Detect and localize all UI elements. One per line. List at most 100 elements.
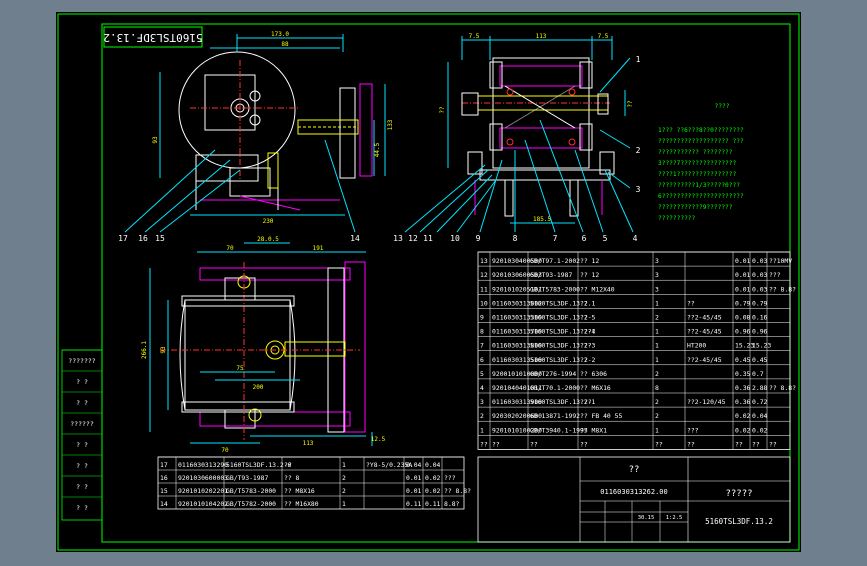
- callout-1: 1: [636, 55, 641, 64]
- table-cell: 0.02: [735, 426, 751, 434]
- table-cell: 0.36: [735, 398, 751, 406]
- table-cell: ??: [655, 440, 663, 448]
- table-cell: 3: [655, 271, 659, 279]
- table-cell: 0.96: [752, 328, 768, 336]
- table-cell: 0.45: [752, 356, 768, 364]
- table-cell: ??: [492, 440, 500, 448]
- table-cell: 2: [480, 412, 484, 420]
- table-cell: 0.7: [752, 370, 764, 378]
- table-cell: ??2-45/45: [687, 356, 722, 364]
- table-cell: 0.03: [752, 285, 768, 293]
- table-cell: 2.88: [752, 384, 768, 392]
- company-name: ?????: [725, 489, 752, 499]
- table-cell: ?? 8.8?: [769, 384, 796, 392]
- table-cell: 5160TSL3DF.13.2-6: [226, 461, 292, 469]
- dim-173: 173.0: [271, 31, 289, 38]
- revision-cell: ? ?: [76, 378, 88, 386]
- table-cell: 15.23: [752, 342, 771, 350]
- table-cell: 0.02: [752, 426, 768, 434]
- table-cell: ?? M16X80: [284, 500, 319, 508]
- cad-drawing-canvas[interactable]: 5160TSL3DF.13.2 173.0 88 93 133 44.5 230…: [0, 0, 867, 562]
- drawing-number: 0116030313262.00: [600, 488, 667, 496]
- table-cell: ?? 12: [580, 257, 599, 265]
- note-line: ??????????? ????????: [658, 149, 733, 156]
- table-cell: ??: [752, 440, 760, 448]
- table-cell: HT200: [687, 342, 706, 350]
- table-cell: ??10MV: [769, 257, 792, 265]
- table-cell: GB/T5782-2000: [226, 500, 276, 508]
- dim-113: 113: [536, 33, 547, 40]
- table-cell: ?? 6306: [580, 370, 607, 378]
- callout-10: 10: [450, 234, 460, 243]
- revision-cell: ? ?: [76, 462, 88, 470]
- table-cell: 0.02: [425, 487, 441, 495]
- table-cell: GB/T93-1987: [226, 474, 268, 482]
- dim-plan-75: 75: [236, 365, 244, 372]
- table-cell: 0.01: [406, 487, 422, 495]
- table-cell: ??: [480, 440, 488, 448]
- table-cell: 1: [655, 356, 659, 364]
- notes-heading: ????: [715, 103, 730, 110]
- table-cell: ?? 8.8?: [769, 285, 796, 293]
- callout-3: 3: [636, 185, 641, 194]
- table-cell: ??: [580, 356, 588, 364]
- table-cell: 12: [480, 271, 488, 279]
- table-cell: 0.04: [752, 412, 768, 420]
- table-cell: 0.03: [752, 271, 768, 279]
- dim-230: 230: [263, 218, 274, 225]
- table-cell: 2: [655, 370, 659, 378]
- table-cell: ???: [687, 426, 699, 434]
- callout-6: 6: [582, 234, 587, 243]
- table-cell: GB/T5783-2000: [226, 487, 276, 495]
- sheet-weight: 30.15: [638, 515, 655, 521]
- dim-93: 93: [152, 136, 159, 144]
- revision-cell: ? ?: [76, 441, 88, 449]
- dim-section-bore: ??: [627, 100, 634, 108]
- callout-5: 5: [603, 234, 608, 243]
- table-cell: 9201010202201: [178, 487, 228, 495]
- table-cell: 1: [342, 461, 346, 469]
- table-cell: ???: [580, 342, 592, 350]
- table-cell: 15: [160, 487, 168, 495]
- callout-15: 15: [155, 234, 165, 243]
- dim-88: 88: [281, 41, 289, 48]
- table-cell: 0.96: [735, 328, 751, 336]
- table-cell: 8.8?: [444, 500, 460, 508]
- note-line: 1??? ??6???8??0????????: [658, 127, 744, 134]
- table-cell: 9201010104202: [178, 500, 228, 508]
- table-cell: 14: [160, 500, 168, 508]
- table-cell: 1: [655, 342, 659, 350]
- table-cell: 9201030600003: [178, 474, 228, 482]
- dim-185-5: 185.5: [533, 216, 551, 223]
- table-cell: ???: [444, 474, 456, 482]
- table-cell: 2: [655, 412, 659, 420]
- table-cell: ??: [284, 461, 292, 469]
- dim-plan-266: 266.1: [141, 341, 148, 359]
- table-cell: 0.45: [735, 356, 751, 364]
- table-cell: 0.72: [752, 398, 768, 406]
- table-cell: 0.11: [425, 500, 441, 508]
- table-cell: 0.01: [735, 285, 751, 293]
- table-cell: ?? 12: [580, 271, 599, 279]
- table-cell: 1: [655, 299, 659, 307]
- table-cell: 0.79: [752, 299, 768, 307]
- note-line: ??????????????????? ???: [658, 138, 744, 145]
- table-cell: 0.11: [406, 500, 422, 508]
- table-cell: 8: [480, 328, 484, 336]
- note-line: ????????????9???????: [658, 204, 733, 211]
- drawing-sheet: [56, 12, 801, 552]
- dim-plan-28: 28.0.5: [257, 236, 279, 243]
- dim-plan-200: 200: [253, 384, 264, 391]
- table-cell: 3: [480, 398, 484, 406]
- table-cell: 16: [160, 474, 168, 482]
- table-cell: ??: [735, 440, 743, 448]
- callout-13: 13: [393, 234, 403, 243]
- dim-section-height: ??: [439, 106, 446, 114]
- table-cell: 3: [655, 285, 659, 293]
- table-cell: 11: [480, 285, 488, 293]
- table-cell: 7: [480, 342, 484, 350]
- table-cell: 9: [480, 314, 484, 322]
- table-cell: GB/T276-1994: [530, 370, 576, 378]
- table-cell: 0116030313290: [178, 461, 228, 469]
- table-cell: 0.02: [735, 412, 751, 420]
